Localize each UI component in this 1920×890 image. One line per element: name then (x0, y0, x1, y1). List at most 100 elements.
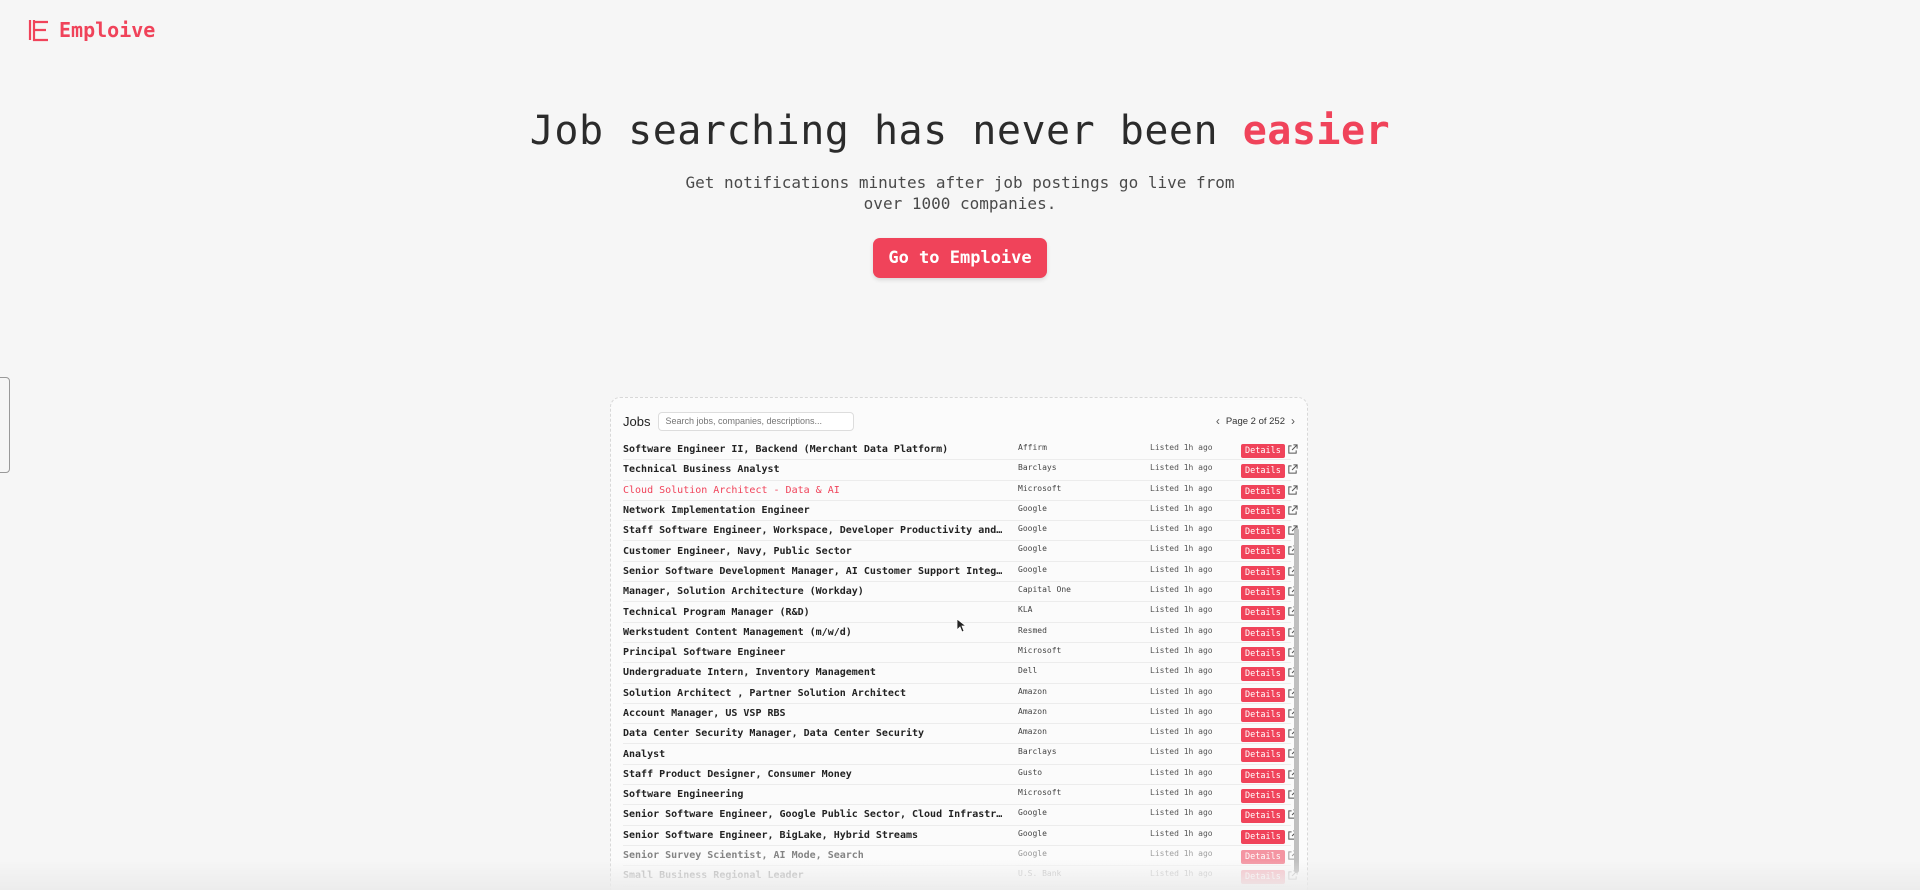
job-listed-time: Listed 1h ago (1150, 503, 1213, 513)
chevron-left-icon[interactable]: ‹ (1216, 414, 1220, 428)
external-link-icon[interactable] (1287, 505, 1298, 516)
job-title[interactable]: Principal Software Engineer (623, 647, 1008, 658)
job-title[interactable]: Senior Software Engineer, BigLake, Hybri… (623, 830, 1008, 841)
job-row[interactable]: Account Manager, US VSP RBS Amazon Listed … (623, 704, 1298, 725)
job-row[interactable]: Senior Software Engineer, Google Public … (623, 805, 1298, 826)
details-button[interactable]: Details (1241, 565, 1285, 580)
job-company: Google (1018, 524, 1047, 534)
job-company: KLA (1018, 605, 1033, 615)
job-row[interactable]: Analyst Barclays Listed 1h ago Details (623, 744, 1298, 765)
job-title[interactable]: Software Engineering (623, 789, 1008, 800)
job-row[interactable]: Undergraduate Intern, Inventory Manageme… (623, 663, 1298, 684)
details-button[interactable]: Details (1241, 667, 1285, 682)
details-button[interactable]: Details (1241, 789, 1285, 804)
external-link-icon[interactable] (1287, 464, 1298, 475)
job-title[interactable]: Technical Business Analyst (623, 464, 1008, 475)
external-link-icon[interactable] (1287, 485, 1298, 496)
details-button[interactable]: Details (1241, 687, 1285, 702)
job-title[interactable]: Data Center Security Manager, Data Cente… (623, 728, 1008, 739)
job-row[interactable]: Staff Software Engineer, Workspace, Deve… (623, 521, 1298, 542)
job-company: Amazon (1018, 727, 1047, 737)
job-title[interactable]: Solution Architect , Partner Solution Ar… (623, 688, 1008, 699)
job-company: Google (1018, 503, 1047, 513)
job-title[interactable]: Senior Software Engineer, Google Public … (623, 809, 1008, 820)
job-company: Amazon (1018, 686, 1047, 696)
job-row[interactable]: Technical Business Analyst Barclays Listed… (623, 460, 1298, 481)
job-company: Gusto (1018, 767, 1043, 777)
job-title[interactable]: Werkstudent Content Management (m/w/d) (623, 627, 1008, 638)
details-button[interactable]: Details (1241, 464, 1285, 479)
go-to-emploive-button[interactable]: Go to Emploive (873, 238, 1047, 278)
details-button[interactable]: Details (1241, 525, 1285, 540)
details-button[interactable]: Details (1241, 545, 1285, 560)
job-row[interactable]: Senior Software Development Manager, AI … (623, 562, 1298, 583)
job-title[interactable]: Customer Engineer, Navy, Public Sector (623, 546, 1008, 557)
job-listed-time: Listed 1h ago (1150, 463, 1213, 473)
jobs-panel-header: Jobs ‹ Page 2 of 252 › (611, 398, 1307, 444)
details-button[interactable]: Details (1241, 626, 1285, 641)
job-company: Barclays (1018, 747, 1057, 757)
hero-title-main: Job searching has never been (529, 108, 1243, 154)
details-button[interactable]: Details (1241, 829, 1285, 844)
page-label: Page 2 of 252 (1225, 415, 1285, 427)
job-row[interactable]: Data Center Security Manager, Data Cente… (623, 724, 1298, 745)
job-company: Google (1018, 544, 1047, 554)
job-row[interactable]: Senior Software Engineer, BigLake, Hybri… (623, 826, 1298, 846)
job-company: Microsoft (1018, 645, 1062, 655)
job-title[interactable]: Undergraduate Intern, Inventory Manageme… (623, 667, 1008, 678)
job-title[interactable]: Cloud Solution Architect - Data & AI (623, 485, 1008, 496)
details-button[interactable]: Details (1241, 586, 1285, 601)
job-listed-time: Listed 1h ago (1150, 828, 1213, 838)
job-row[interactable]: Staff Product Designer, Consumer Money Gu… (623, 765, 1298, 786)
job-company: Microsoft (1018, 483, 1062, 493)
job-listed-time: Listed 1h ago (1150, 524, 1213, 534)
job-listed-time: Listed 1h ago (1150, 706, 1213, 716)
job-company: Google (1018, 848, 1047, 858)
job-row[interactable]: Manager, Solution Architecture (Workday)… (623, 582, 1298, 603)
jobs-search-input[interactable] (658, 411, 855, 431)
details-button[interactable]: Details (1241, 768, 1285, 783)
external-link-icon[interactable] (1287, 444, 1298, 455)
jobs-list: Software Engineer II, Backend (Merchant … (623, 440, 1298, 887)
details-button[interactable]: Details (1241, 646, 1285, 661)
details-button[interactable]: Details (1241, 748, 1285, 763)
details-button[interactable]: Details (1241, 484, 1285, 499)
scrollbar[interactable] (1294, 528, 1299, 873)
job-listed-time: Listed 1h ago (1150, 483, 1213, 493)
job-listed-time: Listed 1h ago (1150, 666, 1213, 676)
job-title[interactable]: Manager, Solution Architecture (Workday) (623, 586, 1008, 597)
job-listed-time: Listed 1h ago (1150, 767, 1213, 777)
job-title[interactable]: Account Manager, US VSP RBS (623, 708, 1008, 719)
job-listed-time: Listed 1h ago (1150, 564, 1213, 574)
job-row[interactable]: Software Engineering Microsoft Listed 1h a… (623, 785, 1298, 806)
job-row[interactable]: Solution Architect , Partner Solution Ar… (623, 684, 1298, 704)
details-button[interactable]: Details (1241, 707, 1285, 722)
details-button[interactable]: Details (1241, 606, 1285, 621)
job-title[interactable]: Technical Program Manager (R&D) (623, 607, 1008, 618)
job-company: Google (1018, 564, 1047, 574)
job-listed-time: Listed 1h ago (1150, 747, 1213, 757)
job-company: Amazon (1018, 706, 1047, 716)
job-company: Microsoft (1018, 788, 1062, 798)
job-listed-time: Listed 1h ago (1150, 788, 1213, 798)
job-title[interactable]: Staff Software Engineer, Workspace, Deve… (623, 525, 1008, 536)
job-title[interactable]: Senior Software Development Manager, AI … (623, 566, 1008, 577)
job-title[interactable]: Software Engineer II, Backend (Merchant … (623, 444, 1008, 455)
details-button[interactable]: Details (1241, 504, 1285, 519)
side-feedback-tab[interactable] (0, 377, 10, 473)
hero-title-accent: easier (1242, 108, 1391, 154)
details-button[interactable]: Details (1241, 444, 1285, 458)
mouse-cursor-icon (957, 619, 967, 633)
job-row[interactable]: Network Implementation Engineer Google Lis… (623, 501, 1298, 522)
brand-logo-link[interactable]: Emploive (27, 18, 155, 42)
job-title[interactable]: Network Implementation Engineer (623, 505, 1008, 516)
job-row[interactable]: Principal Software Engineer Microsoft List… (623, 643, 1298, 664)
chevron-right-icon[interactable]: › (1291, 414, 1295, 428)
job-title[interactable]: Staff Product Designer, Consumer Money (623, 769, 1008, 780)
details-button[interactable]: Details (1241, 728, 1285, 743)
job-title[interactable]: Analyst (623, 749, 1008, 760)
job-row[interactable]: Customer Engineer, Navy, Public Sector Go… (623, 541, 1298, 562)
job-row[interactable]: Cloud Solution Architect - Data & AI Micr… (623, 481, 1298, 501)
details-button[interactable]: Details (1241, 809, 1285, 824)
job-row[interactable]: Software Engineer II, Backend (Merchant … (623, 440, 1298, 461)
